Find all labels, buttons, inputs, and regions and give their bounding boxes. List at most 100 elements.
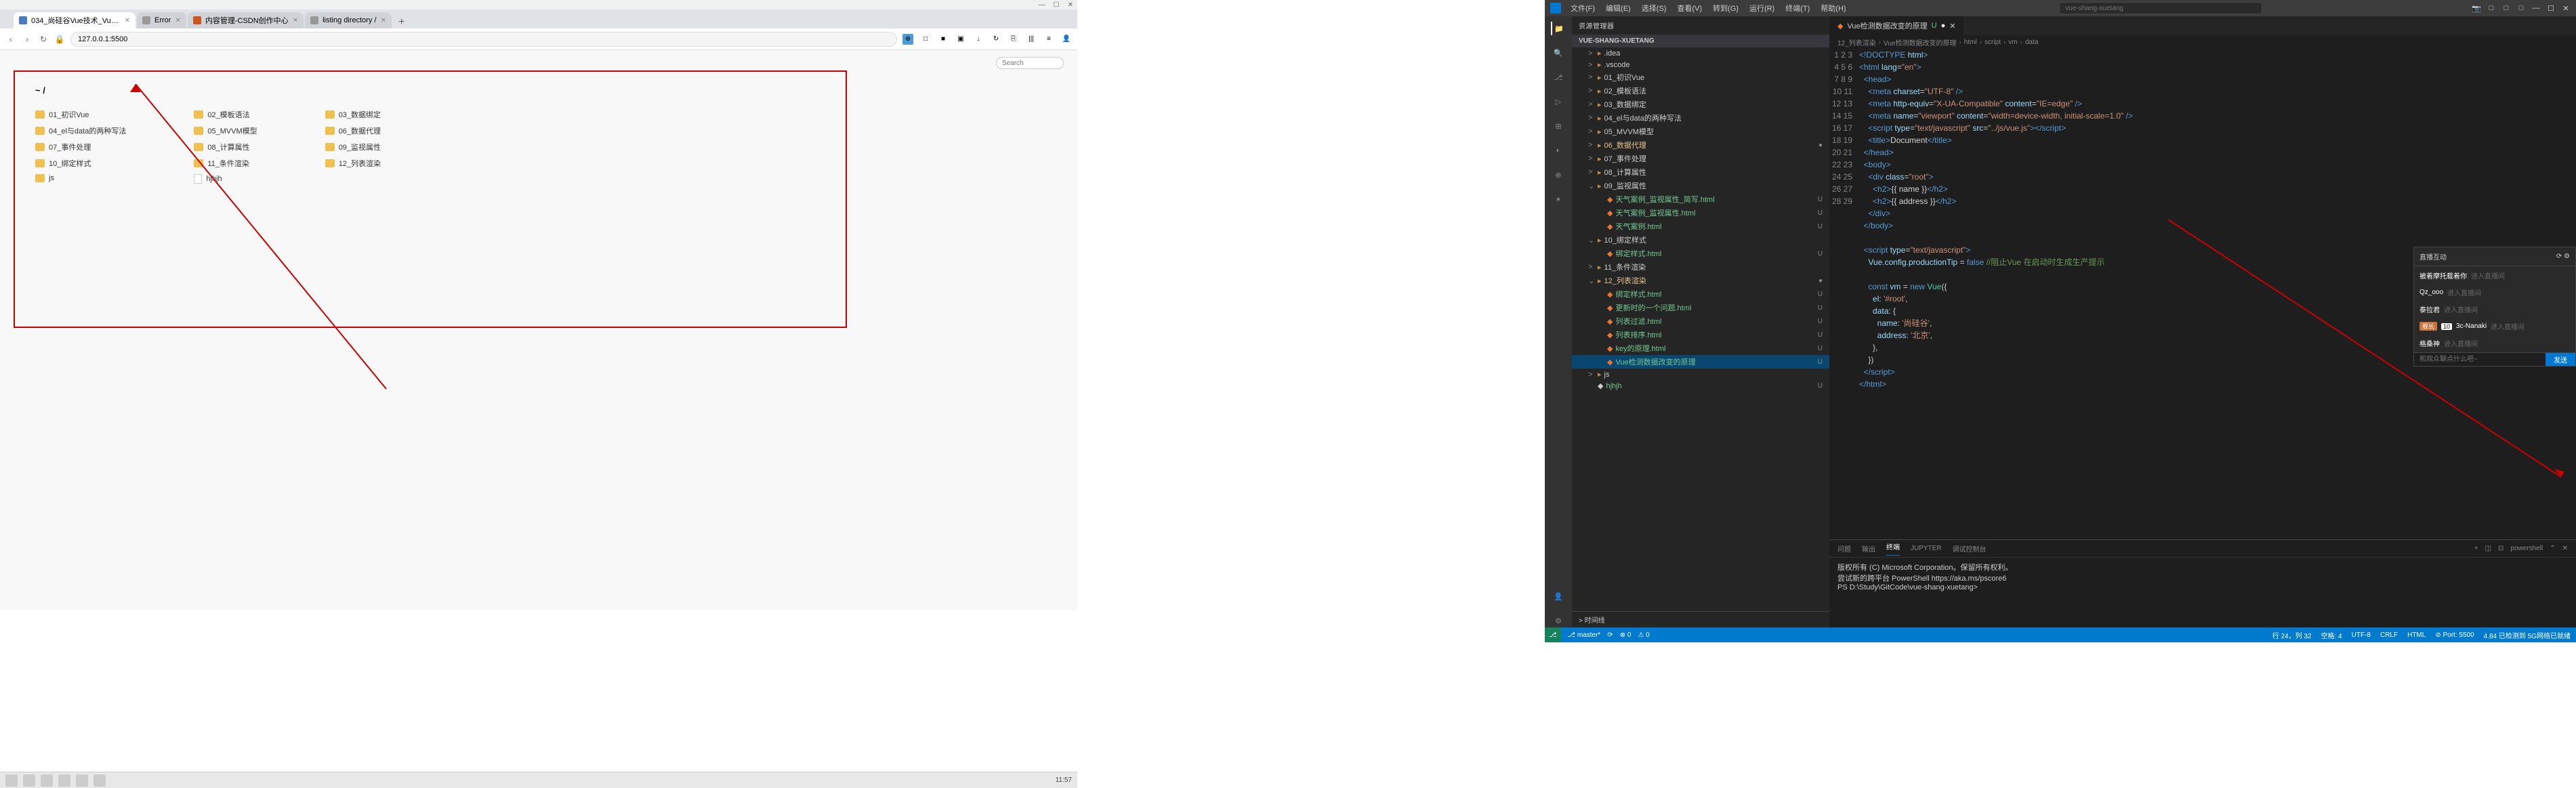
tree-item[interactable]: >▸04_el与data的两种写法 <box>1572 111 1829 125</box>
source-control-icon[interactable]: ⎇ <box>1552 70 1565 84</box>
tree-item[interactable]: ⌄▸10_绑定样式 <box>1572 233 1829 247</box>
extension-icon[interactable]: ||| <box>1026 34 1037 45</box>
app-icon[interactable] <box>58 774 70 787</box>
tree-item[interactable]: ⌄▸12_列表渲染● <box>1572 274 1829 287</box>
maximize-panel-icon[interactable]: ⌃ <box>2550 545 2555 552</box>
git-branch[interactable]: ⎇ master* <box>1568 631 1601 639</box>
account-icon[interactable]: 👤 <box>1552 589 1565 603</box>
cursor-position[interactable]: 行 24，列 32 <box>2272 630 2312 640</box>
directory-item[interactable]: 04_el与data的两种写法 <box>35 125 126 136</box>
shell-icon[interactable]: ⊡ <box>2498 545 2504 552</box>
extension-icon[interactable]: □ <box>920 34 931 45</box>
menu-item[interactable]: 运行(R) <box>1745 3 1779 14</box>
username[interactable]: 被着摩托载着你 <box>2419 270 2467 281</box>
menu-item[interactable]: 转到(G) <box>1709 3 1743 14</box>
tree-item[interactable]: ◆天气案例_监视属性.htmlU <box>1572 206 1829 220</box>
tab-close-icon[interactable]: ✕ <box>125 17 130 24</box>
send-button[interactable]: 发送 <box>2546 353 2575 366</box>
explorer-icon[interactable]: 📁 <box>1551 22 1564 35</box>
tree-item[interactable]: ◆更新时的一个问题.htmlU <box>1572 301 1829 314</box>
extension-icon[interactable]: ■ <box>938 34 949 45</box>
username[interactable]: 格桑神 <box>2419 338 2440 348</box>
project-name[interactable]: VUE-SHANG-XUETANG <box>1572 35 1829 47</box>
directory-item[interactable]: 12_列表渲染 <box>325 158 381 169</box>
refresh-icon[interactable]: ⟳ <box>2556 253 2562 260</box>
menu-item[interactable]: 帮助(H) <box>1816 3 1850 14</box>
panel-tab[interactable]: 终端 <box>1886 541 1900 556</box>
errors-count[interactable]: ⊗ 0 <box>1620 631 1632 639</box>
clock[interactable]: 11:57 <box>1056 776 1072 784</box>
extension-icon[interactable]: ⊕ <box>902 34 913 45</box>
debug-icon[interactable]: ▷ <box>1552 95 1565 108</box>
menu-item[interactable]: 编辑(E) <box>1602 3 1635 14</box>
tree-item[interactable]: >▸05_MVVM模型 <box>1572 125 1829 138</box>
panel-tab[interactable]: 调试控制台 <box>1953 543 1987 554</box>
indent-setting[interactable]: 空格: 4 <box>2321 630 2342 640</box>
tree-item[interactable]: ◆天气案例_监视属性_简写.htmlU <box>1572 192 1829 206</box>
tree-item[interactable]: ◆绑定样式.htmlU <box>1572 287 1829 301</box>
tree-item[interactable]: ◆key的原理.htmlU <box>1572 341 1829 355</box>
tree-item[interactable]: >▸06_数据代理● <box>1572 138 1829 152</box>
warnings-count[interactable]: ⚠ 0 <box>1638 631 1649 639</box>
panel-tab[interactable]: JUPYTER <box>1911 545 1942 552</box>
tab-close-icon[interactable]: ✕ <box>381 17 386 24</box>
command-center-input[interactable] <box>2059 2 2262 14</box>
profile-icon[interactable]: 👤 <box>1061 34 1072 45</box>
menu-item[interactable]: 终端(T) <box>1781 3 1814 14</box>
settings-icon[interactable]: ⚙ <box>2564 253 2570 260</box>
refresh-icon[interactable]: ↻ <box>991 34 1001 45</box>
add-terminal-icon[interactable]: + <box>2474 545 2478 552</box>
directory-item[interactable]: js <box>35 174 126 182</box>
directory-item[interactable]: 11_条件渲染 <box>194 158 257 169</box>
close-button[interactable]: ✕ <box>1068 1 1073 9</box>
panel-tab[interactable]: 输出 <box>1862 543 1875 554</box>
directory-item[interactable]: 09_监视属性 <box>325 142 381 152</box>
app-icon[interactable] <box>94 774 106 787</box>
tab-close-icon[interactable]: ✕ <box>1949 22 1955 30</box>
breadcrumb-item[interactable]: data <box>2025 39 2038 46</box>
start-button[interactable] <box>5 774 18 787</box>
settings-icon[interactable]: ⚙ <box>1552 614 1565 627</box>
tree-item[interactable]: >▸01_初识Vue <box>1572 70 1829 84</box>
app-icon[interactable] <box>76 774 88 787</box>
menu-item[interactable]: 文件(F) <box>1566 3 1599 14</box>
search-icon[interactable]: 🔍 <box>1552 46 1565 60</box>
tab-close-icon[interactable]: ✕ <box>175 17 180 24</box>
breadcrumb-item[interactable]: html <box>1964 39 1977 46</box>
directory-item[interactable]: hjhjh <box>194 174 257 184</box>
extensions-icon[interactable]: ⊞ <box>1552 119 1565 133</box>
browser-tab[interactable]: listing directory /✕ <box>305 12 392 28</box>
menu-icon[interactable]: ≡ <box>1043 34 1054 45</box>
split-terminal-icon[interactable]: ◫ <box>2485 545 2491 552</box>
tree-item[interactable]: >▸02_模板语法 <box>1572 84 1829 98</box>
window-button[interactable]: 📷 <box>2472 4 2481 13</box>
tree-item[interactable]: >▸03_数据绑定 <box>1572 98 1829 111</box>
panel-tab[interactable]: 问题 <box>1837 543 1851 554</box>
tab-close-icon[interactable]: ✕ <box>293 17 298 24</box>
window-button[interactable]: ☐ <box>2546 4 2556 13</box>
directory-item[interactable]: 03_数据绑定 <box>325 109 381 120</box>
new-tab-button[interactable]: + <box>393 16 410 28</box>
reload-button[interactable]: ↻ <box>38 34 49 45</box>
window-button[interactable]: □ <box>2501 4 2511 13</box>
extension-icon[interactable]: ◐ <box>1552 144 1565 157</box>
terminal-output[interactable]: 版权所有 (C) Microsoft Corporation。保留所有权利。尝试… <box>1829 558 2576 627</box>
task-view-icon[interactable] <box>41 774 53 787</box>
username[interactable]: Qz_ooo <box>2419 289 2443 296</box>
directory-item[interactable]: 01_初识Vue <box>35 109 126 120</box>
breadcrumb[interactable]: 12_列表渲染 › Vue检测数据改变的原理 › html › script ›… <box>1829 35 2576 49</box>
tree-item[interactable]: ◆hjhjhU <box>1572 380 1829 392</box>
directory-item[interactable]: 08_计算属性 <box>194 142 257 152</box>
menu-item[interactable]: 查看(V) <box>1673 3 1706 14</box>
username[interactable]: 泰拉君 <box>2419 304 2440 314</box>
directory-item[interactable]: 10_绑定样式 <box>35 158 126 169</box>
tree-item[interactable]: >▸07_事件处理 <box>1572 152 1829 165</box>
window-button[interactable]: □ <box>2516 4 2526 13</box>
window-button[interactable]: ✕ <box>2561 4 2571 13</box>
tree-item[interactable]: ◆列表排序.htmlU <box>1572 328 1829 341</box>
tree-item[interactable]: >▸08_计算属性 <box>1572 165 1829 179</box>
directory-item[interactable]: 07_事件处理 <box>35 142 126 152</box>
breadcrumb-item[interactable]: vm <box>2008 39 2017 46</box>
back-button[interactable]: ‹ <box>5 34 16 45</box>
window-button[interactable]: — <box>2531 4 2541 13</box>
